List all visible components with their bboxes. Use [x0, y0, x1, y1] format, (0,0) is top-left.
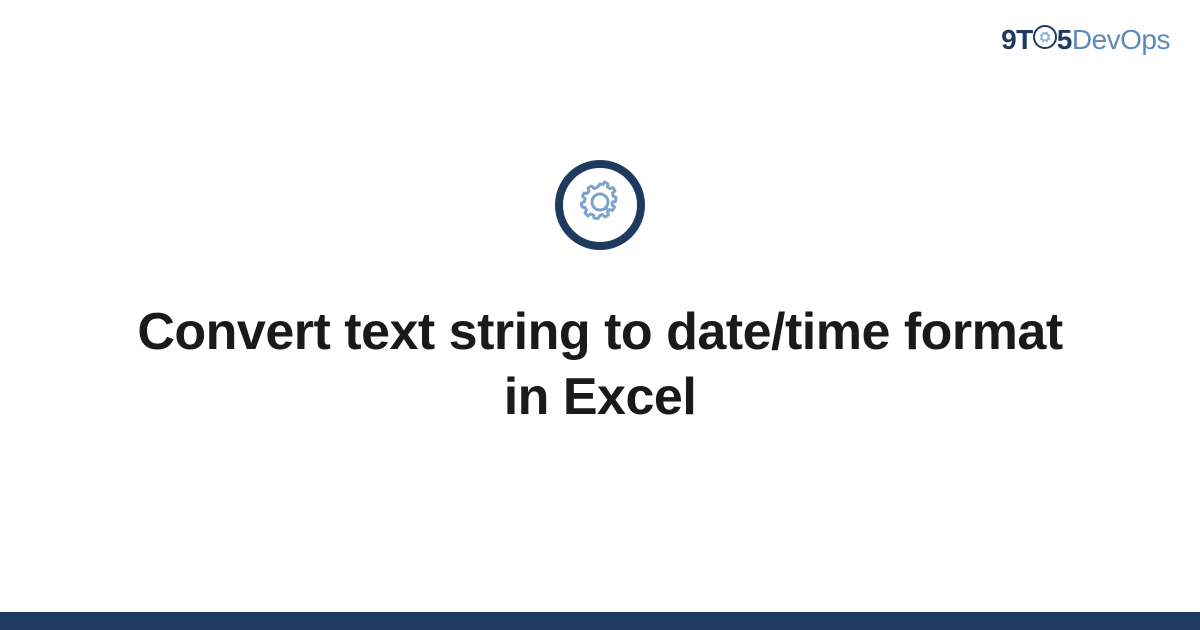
logo-text-part1: 9T	[1001, 24, 1033, 55]
main-content: Convert text string to date/time format …	[0, 0, 1200, 630]
logo-text-part2: 5	[1057, 24, 1072, 55]
site-logo: 9T 5DevOps	[1001, 24, 1170, 58]
logo-text-part3: DevOps	[1072, 24, 1170, 55]
page-title: Convert text string to date/time format …	[120, 300, 1080, 430]
logo-gear-icon	[1033, 24, 1057, 56]
gear-icon	[573, 176, 627, 235]
footer-bar	[0, 612, 1200, 630]
icon-circle	[555, 160, 645, 250]
